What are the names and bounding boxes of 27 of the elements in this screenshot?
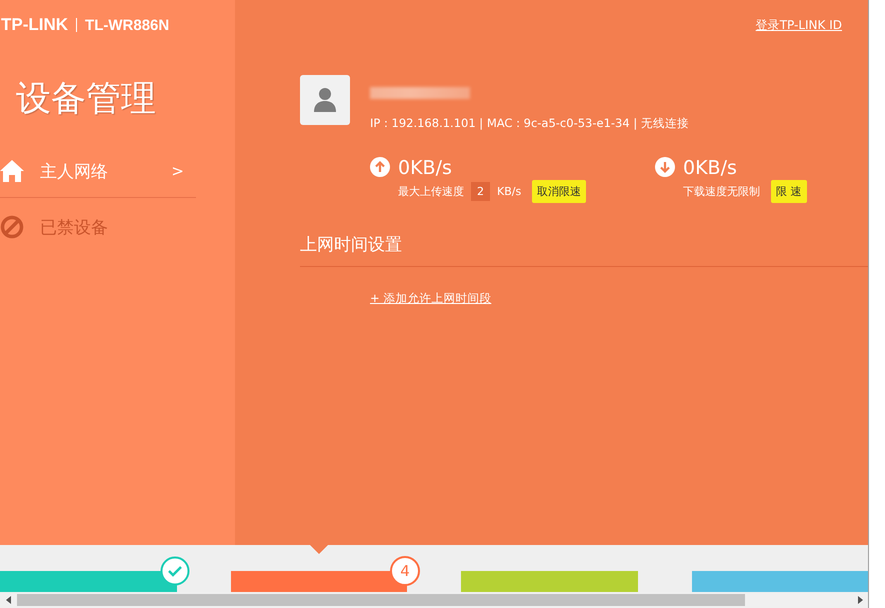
upload-limit-unit: KB/s	[497, 185, 522, 198]
cancel-limit-button[interactable]: 取消限速	[532, 180, 586, 203]
brand-logo: TP-LINK	[1, 15, 68, 35]
sidebar-item[interactable]: 主人网络 >	[0, 145, 196, 198]
section-title: 上网时间设置	[300, 233, 868, 267]
step-badge: 4	[390, 556, 420, 586]
upload-icon	[370, 157, 390, 177]
scrollbar-thumb[interactable]	[17, 594, 745, 606]
download-limit-label: 下载速度无限制	[683, 184, 760, 199]
upload-limit-value: 2	[471, 182, 490, 201]
upload-speed: 0KB/s	[398, 157, 453, 179]
download-speed: 0KB/s	[683, 157, 738, 179]
add-time-link[interactable]: + 添加允许上网时间段	[370, 291, 492, 306]
check-icon	[160, 556, 190, 586]
model-name: TL-WR886N	[85, 16, 170, 34]
scrollbar[interactable]	[0, 592, 868, 608]
page-title: 设备管理	[16, 78, 157, 121]
upload-limit-label: 最大上传速度	[398, 184, 464, 199]
device-info: IP : 192.168.1.101 | MAC : 9c-a5-c0-53-e1-34 | 无线连接	[370, 116, 689, 131]
limit-speed-button[interactable]: 限 速	[771, 180, 806, 203]
scroll-right-icon[interactable]	[858, 596, 862, 604]
download-icon	[655, 157, 675, 177]
header-link[interactable]: 登录TP-LINK ID	[756, 16, 842, 34]
home-icon	[0, 160, 24, 182]
scroll-left-icon[interactable]	[6, 596, 10, 604]
blocked-icon	[0, 215, 24, 239]
avatar-icon	[300, 75, 350, 125]
